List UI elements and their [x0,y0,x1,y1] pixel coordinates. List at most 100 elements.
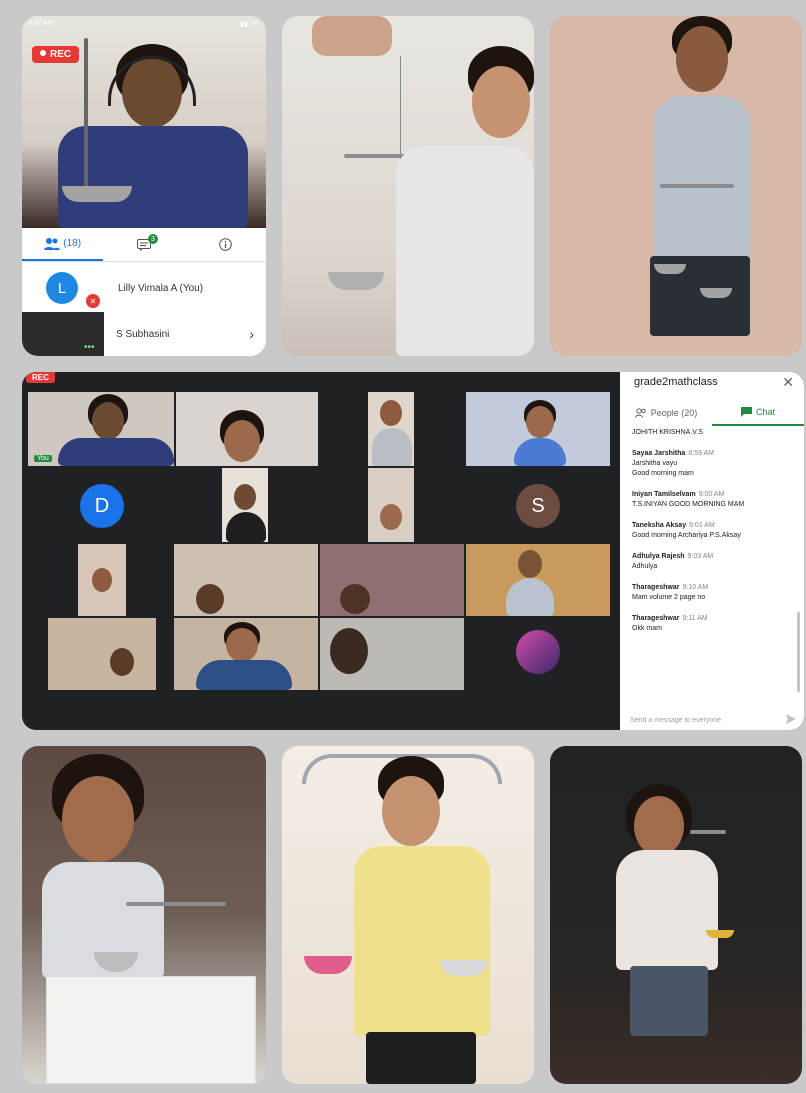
video-tile[interactable] [320,618,464,690]
message-sender: Sayaa Jarshitha [632,450,686,457]
participant-row[interactable]: ••• S Subhasini › [22,312,266,356]
list-item: Iniyan Tamilselvam 9:00 AM T.S.INIYAN GOO… [632,490,796,510]
student-head [472,66,530,138]
video-tile[interactable] [174,618,318,690]
student-head [226,628,258,662]
chat-icon [740,407,752,417]
student-head [340,584,370,614]
people-icon [634,408,646,418]
video-tile-teacher[interactable]: You [28,392,174,466]
student-body [514,438,566,466]
status-icons: ▮▮ 78 [240,21,258,28]
student-photo-1 [282,16,534,356]
list-item: Tharageshwar 9:11 AM Okk mam [632,614,796,634]
student-body [372,428,412,466]
student-photo-5 [550,746,802,1084]
info-icon [219,238,232,251]
message-text: Adhulya [632,563,658,570]
student-body [506,578,554,616]
video-tile[interactable] [466,392,610,466]
video-tile[interactable] [466,544,610,616]
message-text: JOHITH KRISHNA.V.S [632,429,703,436]
scale-pan [304,956,352,974]
chat-messages: JOHITH KRISHNA.V.S Sayaa Jarshitha 8:59 A… [632,428,796,645]
tab-info[interactable] [185,228,266,261]
student-head [518,550,542,578]
list-item: Taneksha Aksay 9:01 AM Good morning Archa… [632,521,796,541]
message-time: 8:59 AM [688,450,714,457]
student-photo-3 [22,746,266,1084]
video-tile[interactable] [368,392,414,466]
people-icon [44,237,61,250]
scale-rod [84,38,88,188]
tab-people[interactable]: (18) [22,228,104,261]
message-sender: Tharageshwar [632,584,680,591]
video-tile[interactable] [320,544,464,616]
chat-tab-label: Chat [755,407,775,417]
you-label: You [34,455,52,462]
list-item: JOHITH KRISHNA.V.S [632,428,796,438]
video-tile[interactable] [78,544,126,616]
student-photo-2 [550,16,802,356]
tab-chat[interactable]: 3 [103,228,184,261]
video-tile[interactable] [368,468,414,542]
message-time: 9:03 AM [687,553,714,560]
avatar[interactable]: S [516,484,560,528]
tab-chat[interactable]: Chat [712,400,804,426]
scale-pan [706,930,734,938]
avatar[interactable]: D [80,484,124,528]
chat-scrollbar[interactable] [797,612,800,692]
list-item: Sayaa Jarshitha 8:59 AM Jarshitha vayu Go… [632,449,796,479]
student-head [634,796,684,856]
message-time: 9:10 AM [682,584,709,591]
student-shirt [354,846,490,1036]
video-tile[interactable] [222,468,268,542]
teacher-body [58,438,174,466]
student-head [224,420,260,462]
avatar[interactable] [516,630,560,674]
people-count: (18) [63,238,82,249]
chat-input[interactable]: Send a message to everyone [630,717,721,724]
student-shirt [396,146,534,356]
video-tile[interactable] [48,618,156,690]
send-icon[interactable] [786,714,796,724]
list-item: Tharageshwar 9:10 AM Mam volume 2 page no [632,583,796,603]
participant-row[interactable]: L ✕ Lilly Vimala A (You) [22,264,266,312]
student-head [380,400,402,426]
message-text: Good morning mam [632,470,694,477]
message-text: Mam volume 2 page no [632,594,706,601]
student-head [330,628,368,674]
participant-name: S Subhasini [116,328,170,340]
message-sender: Taneksha Aksay [632,522,687,529]
video-tile[interactable] [174,544,318,616]
scale-beam [660,184,734,188]
student-shorts [630,966,708,1036]
status-time: 4:07 AM [28,20,54,27]
student-body [226,512,266,542]
message-sender: Iniyan Tamilselvam [632,491,696,498]
tab-people[interactable]: People (20) [620,400,712,426]
chat-tabs: People (20) Chat [620,400,804,426]
participant-thumbnail: ••• [22,312,104,356]
scale-pan [62,186,132,202]
call-tabs: (18) 3 [22,228,266,262]
student-head [380,504,402,530]
student-head [234,484,256,510]
message-text: T.S.INIYAN GOOD MORNING MAM [632,501,745,508]
rec-badge: REC [32,46,80,63]
rec-badge: REC [26,372,55,383]
scale-pan [700,288,732,298]
student-shirt [616,850,718,970]
mic-off-icon: ✕ [86,294,100,308]
student-vest [654,96,750,256]
message-sender: Tharageshwar [632,615,680,622]
chat-panel: grade2mathclass ✕ People (20) Chat JOHIT… [620,372,804,730]
scale-beam [126,902,226,906]
close-icon[interactable]: ✕ [782,374,794,391]
student-head [676,26,728,92]
list-item: Adhulya Rajesh 9:03 AM Adhulya [632,552,796,572]
message-time: 9:01 AM [689,522,715,529]
scale-pan [328,272,384,290]
video-tile[interactable] [176,392,318,466]
chevron-right-icon[interactable]: › [249,326,254,342]
